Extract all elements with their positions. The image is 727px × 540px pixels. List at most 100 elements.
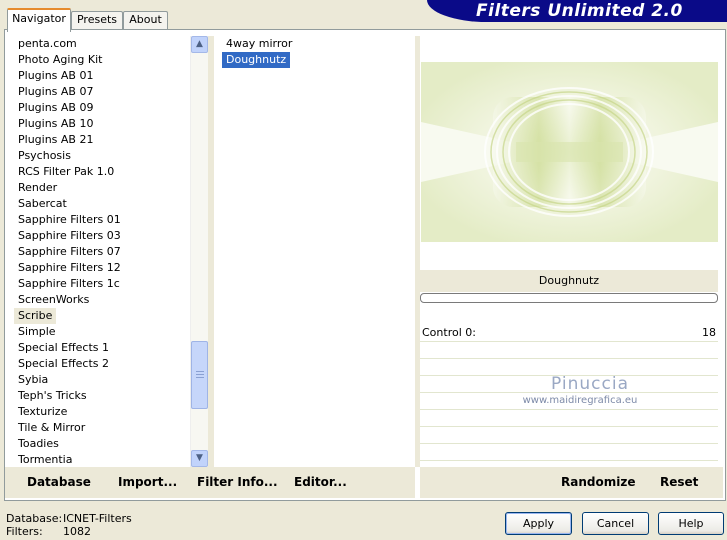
filters-count-label: Filters: <box>6 525 43 538</box>
filter-item-label: Doughnutz <box>222 52 291 68</box>
database-status-value: ICNET-Filters <box>63 512 132 525</box>
progress-bar <box>420 293 718 303</box>
category-item-label: Render <box>18 181 58 194</box>
category-item-label: Plugins AB 10 <box>18 117 94 130</box>
filter-list[interactable]: 4way mirror Doughnutz <box>222 36 414 467</box>
tab-label: Presets <box>76 13 118 26</box>
help-label: Help <box>678 517 704 530</box>
reset-label: Reset <box>660 475 699 489</box>
grip-icon <box>196 371 204 372</box>
category-item[interactable]: Simple <box>14 324 190 340</box>
category-item-label: Sapphire Filters 12 <box>18 261 121 274</box>
tab-about[interactable]: About <box>123 11 168 30</box>
database-button[interactable]: Database <box>27 475 91 489</box>
category-item-label: Tile & Mirror <box>18 421 86 434</box>
category-item[interactable]: Sapphire Filters 1c <box>14 276 190 292</box>
reset-button[interactable]: Reset <box>660 475 698 489</box>
filter-preview-image <box>421 62 718 242</box>
tab-navigator[interactable]: Navigator <box>7 8 71 32</box>
category-item[interactable]: Toadies <box>14 436 190 452</box>
category-item-label: Teph's Tricks <box>18 389 87 402</box>
watermark-url: www.maidiregrafica.eu <box>522 395 638 406</box>
control-row[interactable]: Control 0: 18 <box>420 325 718 342</box>
filter-name-label: Doughnutz <box>420 270 718 292</box>
category-item[interactable]: Sybia <box>14 372 190 388</box>
category-item[interactable]: Tormentia <box>14 452 190 468</box>
apply-label: Apply <box>522 517 555 530</box>
apply-button[interactable]: Apply <box>505 512 572 535</box>
category-item-label: Special Effects 2 <box>18 357 110 370</box>
scroll-down-button[interactable]: ▼ <box>191 450 208 467</box>
category-item[interactable]: Plugins AB 01 <box>14 68 190 84</box>
category-item-label: Plugins AB 07 <box>18 85 94 98</box>
cancel-button[interactable]: Cancel <box>582 512 649 535</box>
filter-info-button[interactable]: Filter Info... <box>197 475 278 489</box>
watermark-name: Pinuccia <box>551 374 629 394</box>
category-item[interactable]: Tile & Mirror <box>14 420 190 436</box>
category-item[interactable]: Sapphire Filters 03 <box>14 228 190 244</box>
grip-icon <box>196 377 204 378</box>
category-item-label: Sapphire Filters 07 <box>18 245 121 258</box>
category-item-label: Psychosis <box>18 149 71 162</box>
control-label: Control 0: <box>422 326 476 339</box>
category-item[interactable]: Sapphire Filters 12 <box>14 260 190 276</box>
category-item[interactable]: Special Effects 2 <box>14 356 190 372</box>
category-item-label: Sapphire Filters 01 <box>18 213 121 226</box>
category-item-label: Sybia <box>18 373 49 386</box>
category-item-label: Sabercat <box>18 197 67 210</box>
database-label: Database <box>27 475 91 489</box>
category-item[interactable]: Sapphire Filters 07 <box>14 244 190 260</box>
filter-item[interactable]: Doughnutz <box>222 52 414 68</box>
category-item[interactable]: Plugins AB 07 <box>14 84 190 100</box>
category-item-label: ScreenWorks <box>18 293 90 306</box>
category-item[interactable]: Plugins AB 10 <box>14 116 190 132</box>
control-row <box>420 444 718 461</box>
filter-info-label: Filter Info... <box>197 475 278 489</box>
scroll-thumb[interactable] <box>191 341 208 409</box>
import-button[interactable]: Import... <box>118 475 177 489</box>
control-row <box>420 410 718 427</box>
scroll-up-button[interactable]: ▲ <box>191 36 208 53</box>
control-value: 18 <box>702 326 716 339</box>
control-row <box>420 427 718 444</box>
banner-title: Filters Unlimited 2.0 <box>476 1 683 21</box>
category-item[interactable]: RCS Filter Pak 1.0 <box>14 164 190 180</box>
column-divider <box>208 36 214 467</box>
category-item[interactable]: Plugins AB 21 <box>14 132 190 148</box>
control-row <box>420 342 718 359</box>
category-item[interactable]: ScreenWorks <box>14 292 190 308</box>
category-item[interactable]: Photo Aging Kit <box>14 52 190 68</box>
category-item[interactable]: Sabercat <box>14 196 190 212</box>
category-item-label: Scribe <box>14 308 57 324</box>
category-item[interactable]: Teph's Tricks <box>14 388 190 404</box>
tab-label: About <box>129 13 162 26</box>
category-item-label: Tormentia <box>18 453 73 466</box>
category-item-label: Plugins AB 01 <box>18 69 94 82</box>
category-item-label: Plugins AB 09 <box>18 101 94 114</box>
category-item[interactable]: Sapphire Filters 01 <box>14 212 190 228</box>
preview-graphic <box>421 62 718 242</box>
cancel-label: Cancel <box>596 517 635 530</box>
editor-button[interactable]: Editor... <box>294 475 347 489</box>
category-item[interactable]: Scribe <box>14 308 190 324</box>
import-label: Import... <box>118 475 178 489</box>
category-list[interactable]: penta.com Photo Aging Kit Plugins AB 01 Plu… <box>14 36 190 467</box>
randomize-label: Randomize <box>561 475 636 489</box>
category-scrollbar[interactable]: ▲ ▼ <box>190 36 208 467</box>
category-item[interactable]: Render <box>14 180 190 196</box>
category-item[interactable]: Psychosis <box>14 148 190 164</box>
filter-item-label: 4way mirror <box>226 37 293 50</box>
help-button[interactable]: Help <box>658 512 724 535</box>
category-item[interactable]: Special Effects 1 <box>14 340 190 356</box>
randomize-button[interactable]: Randomize <box>561 475 635 489</box>
grip-icon <box>196 374 204 375</box>
tab-presets[interactable]: Presets <box>71 11 123 30</box>
editor-label: Editor... <box>294 475 347 489</box>
category-item[interactable]: penta.com <box>14 36 190 52</box>
category-item-label: Special Effects 1 <box>18 341 110 354</box>
filter-item[interactable]: 4way mirror <box>222 36 414 52</box>
category-item-label: Sapphire Filters 03 <box>18 229 121 242</box>
tab-label: Navigator <box>12 12 66 25</box>
category-item[interactable]: Texturize <box>14 404 190 420</box>
category-item[interactable]: Plugins AB 09 <box>14 100 190 116</box>
